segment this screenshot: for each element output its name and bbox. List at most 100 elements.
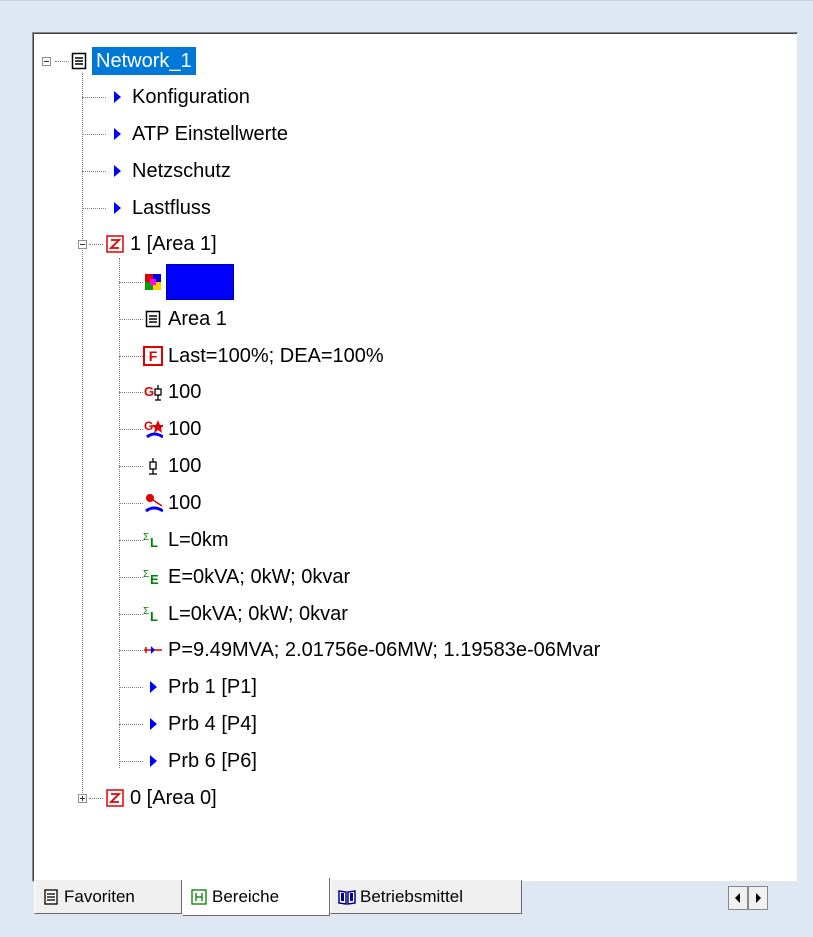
tab-betriebsmittel[interactable]: Betriebsmittel <box>330 880 522 914</box>
svg-text:G: G <box>144 419 153 433</box>
tree-hline <box>119 466 143 467</box>
tree-item-label: ATP Einstellwerte <box>132 123 288 145</box>
blue-triangle-arrow-icon <box>107 87 127 107</box>
load-star-icon <box>143 493 163 513</box>
blue-triangle-arrow-icon <box>107 124 127 144</box>
tree-view-panel[interactable]: Network_1 Konfiguration ATP Einstellwert… <box>32 32 798 882</box>
book-icon <box>337 887 357 907</box>
tree-line-area1 <box>119 258 120 768</box>
tree-item-label: Prb 6 [P6] <box>168 750 257 772</box>
document-icon <box>41 887 61 907</box>
tree-item-area1-doc[interactable]: Area 1 <box>143 301 229 337</box>
tree-item-sum-length[interactable]: ΣL L=0km <box>143 522 231 558</box>
tree-item-prb6[interactable]: Prb 6 [P6] <box>143 743 259 779</box>
color-swatch <box>166 264 234 300</box>
tree-item-label: L=0km <box>168 529 229 551</box>
tree-hline <box>119 761 143 762</box>
tree-item-network[interactable]: Network_1 <box>69 43 196 79</box>
area-z-icon <box>105 234 125 254</box>
tree-item-label: Last=100%; DEA=100% <box>168 345 384 367</box>
tree-item-label: L=0kVA; 0kW; 0kvar <box>168 603 348 625</box>
tab-label: Bereiche <box>212 886 280 906</box>
tree-hline <box>82 134 106 135</box>
sigma-l-icon: ΣL <box>143 604 163 624</box>
tree-item-sum-e[interactable]: ΣE E=0kVA; 0kW; 0kvar <box>143 559 352 595</box>
svg-text:Σ: Σ <box>143 532 149 543</box>
tree-item-label: Area 1 <box>168 308 227 330</box>
tree-item-generator-2[interactable]: G 100 <box>143 411 203 447</box>
tree-item-area1[interactable]: 1 [Area 1] <box>105 226 219 262</box>
tree-item-load-2[interactable]: 100 <box>143 485 203 521</box>
tree-item-label: E=0kVA; 0kW; 0kvar <box>168 566 351 588</box>
tree-item-label: Prb 1 [P1] <box>168 676 257 698</box>
tree-hline <box>119 724 143 725</box>
svg-text:Σ: Σ <box>143 569 149 580</box>
svg-text:Σ: Σ <box>143 606 149 617</box>
tree-item-label: Netzschutz <box>132 160 231 182</box>
tree-item-area0[interactable]: 0 [Area 0] <box>105 780 219 816</box>
expand-area0-toggle[interactable] <box>78 794 87 803</box>
area-z-icon <box>105 788 125 808</box>
load-icon <box>143 456 163 476</box>
tab-scroll-right-button[interactable] <box>748 886 768 910</box>
tree-hline <box>119 540 143 541</box>
blue-triangle-arrow-icon <box>143 677 163 697</box>
tree-hline <box>89 244 103 245</box>
tree-item-netzschutz[interactable]: Netzschutz <box>107 153 233 189</box>
tree-hline <box>119 392 143 393</box>
tree-item-prb4[interactable]: Prb 4 [P4] <box>143 706 259 742</box>
tree-item-power[interactable]: P=9.49MVA; 2.01756e-06MW; 1.19583e-06Mva… <box>143 632 602 668</box>
tab-label: Betriebsmittel <box>360 886 463 906</box>
arrow-right-icon <box>756 893 761 903</box>
tree-item-label: Lastfluss <box>132 197 211 219</box>
generator-star-icon: G <box>143 419 163 439</box>
tree-item-load[interactable]: 100 <box>143 448 203 484</box>
tree-item-label: 100 <box>168 381 202 403</box>
tree-hline <box>119 429 143 430</box>
document-icon <box>143 309 163 329</box>
tree-item-lastfluss[interactable]: Lastfluss <box>107 190 213 226</box>
tree-item-label: 100 <box>168 492 202 514</box>
tree-hline <box>119 687 143 688</box>
tree-item-prb1[interactable]: Prb 1 [P1] <box>143 669 259 705</box>
tree-item-generator[interactable]: G 100 <box>143 374 203 410</box>
tab-bereiche[interactable]: Bereiche <box>182 878 330 916</box>
top-edge <box>0 0 813 1</box>
tree-hline <box>82 208 106 209</box>
power-arrow-icon <box>143 640 163 660</box>
svg-text:G: G <box>144 384 154 399</box>
tree-item-label: 0 [Area 0] <box>130 787 217 809</box>
collapse-root-toggle[interactable] <box>42 57 51 66</box>
tree-hline <box>119 356 143 357</box>
tree-hline <box>119 650 143 651</box>
tree-hline <box>119 282 143 283</box>
tree-item-label: 100 <box>168 418 202 440</box>
tree-item-atp-einstellwerte[interactable]: ATP Einstellwerte <box>107 116 290 152</box>
f-box-icon: F <box>143 346 163 366</box>
tree-item-konfiguration[interactable]: Konfiguration <box>107 79 252 115</box>
tab-scroll-left-button[interactable] <box>728 886 748 910</box>
blue-triangle-arrow-icon <box>143 714 163 734</box>
arrow-left-icon <box>735 893 740 903</box>
tree-hline <box>119 319 143 320</box>
collapse-area1-toggle[interactable] <box>78 240 87 249</box>
tree-item-label: 1 [Area 1] <box>130 233 217 255</box>
tree-item-last-dea[interactable]: F Last=100%; DEA=100% <box>143 338 386 374</box>
tree-hline <box>55 61 69 62</box>
svg-text:L: L <box>150 609 158 624</box>
tree-item-label: Prb 4 [P4] <box>168 713 257 735</box>
tree-hline <box>82 97 106 98</box>
tree-hline <box>119 577 143 578</box>
tree-hline <box>89 798 103 799</box>
generator-icon: G <box>143 382 163 402</box>
blue-triangle-arrow-icon <box>143 751 163 771</box>
tab-favoriten[interactable]: Favoriten <box>34 880 182 914</box>
svg-text:F: F <box>149 348 158 364</box>
tree-line-root <box>82 73 83 803</box>
tree-item-color[interactable] <box>143 264 234 300</box>
svg-text:E: E <box>150 572 159 587</box>
tree-item-label: P=9.49MVA; 2.01756e-06MW; 1.19583e-06Mva… <box>168 639 601 661</box>
tree-item-label: Konfiguration <box>132 86 250 108</box>
sigma-e-icon: ΣE <box>143 567 163 587</box>
tree-item-sum-l[interactable]: ΣL L=0kVA; 0kW; 0kvar <box>143 596 350 632</box>
